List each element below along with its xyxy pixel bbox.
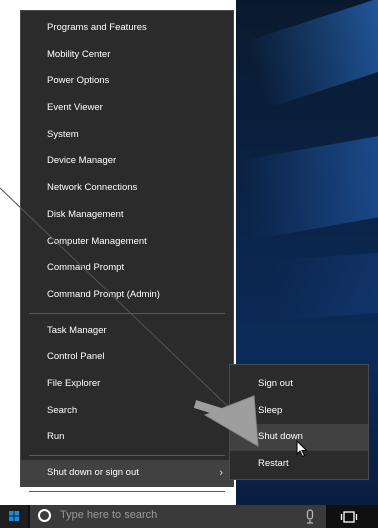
cortana-icon [38,509,51,522]
menu-item-command-prompt-admin[interactable]: Command Prompt (Admin) [21,282,233,309]
light-beam [239,122,378,240]
shutdown-submenu: Sign out Sleep Shut down Restart [229,364,369,480]
menu-separator [29,455,225,456]
menu-item-run[interactable]: Run [21,424,233,451]
menu-item-shut-down-or-sign-out[interactable]: Shut down or sign out › [21,460,233,487]
menu-item-device-manager[interactable]: Device Manager [21,148,233,175]
menu-item-computer-management[interactable]: Computer Management [21,229,233,256]
light-beam [245,0,378,109]
menu-item-disk-management[interactable]: Disk Management [21,202,233,229]
menu-item-power-options[interactable]: Power Options [21,68,233,95]
menu-item-search[interactable]: Search [21,398,233,425]
microphone-icon[interactable] [302,509,318,525]
menu-separator [29,490,225,492]
menu-item-programs-and-features[interactable]: Programs and Features [21,15,233,42]
light-beam [273,246,378,320]
submenu-item-sleep[interactable]: Sleep [230,398,368,425]
taskbar-search-box[interactable]: Type here to search [30,505,326,528]
mouse-cursor-icon [296,440,308,458]
start-button[interactable] [0,505,28,528]
menu-item-control-panel[interactable]: Control Panel [21,344,233,371]
search-placeholder: Type here to search [60,509,158,521]
menu-item-mobility-center[interactable]: Mobility Center [21,42,233,69]
menu-item-file-explorer[interactable]: File Explorer [21,371,233,398]
menu-separator [29,312,225,314]
menu-item-command-prompt[interactable]: Command Prompt [21,255,233,282]
task-view-icon[interactable] [340,509,358,525]
taskbar: Type here to search [0,505,378,528]
submenu-item-sign-out[interactable]: Sign out [230,371,368,398]
windows-logo-icon [9,511,19,521]
menu-item-event-viewer[interactable]: Event Viewer [21,95,233,122]
menu-item-system[interactable]: System [21,122,233,149]
chevron-right-icon: › [219,467,223,479]
menu-item-network-connections[interactable]: Network Connections [21,175,233,202]
menu-item-label: Shut down or sign out [47,467,139,478]
menu-item-task-manager[interactable]: Task Manager [21,318,233,345]
power-user-menu: Programs and Features Mobility Center Po… [20,10,234,514]
